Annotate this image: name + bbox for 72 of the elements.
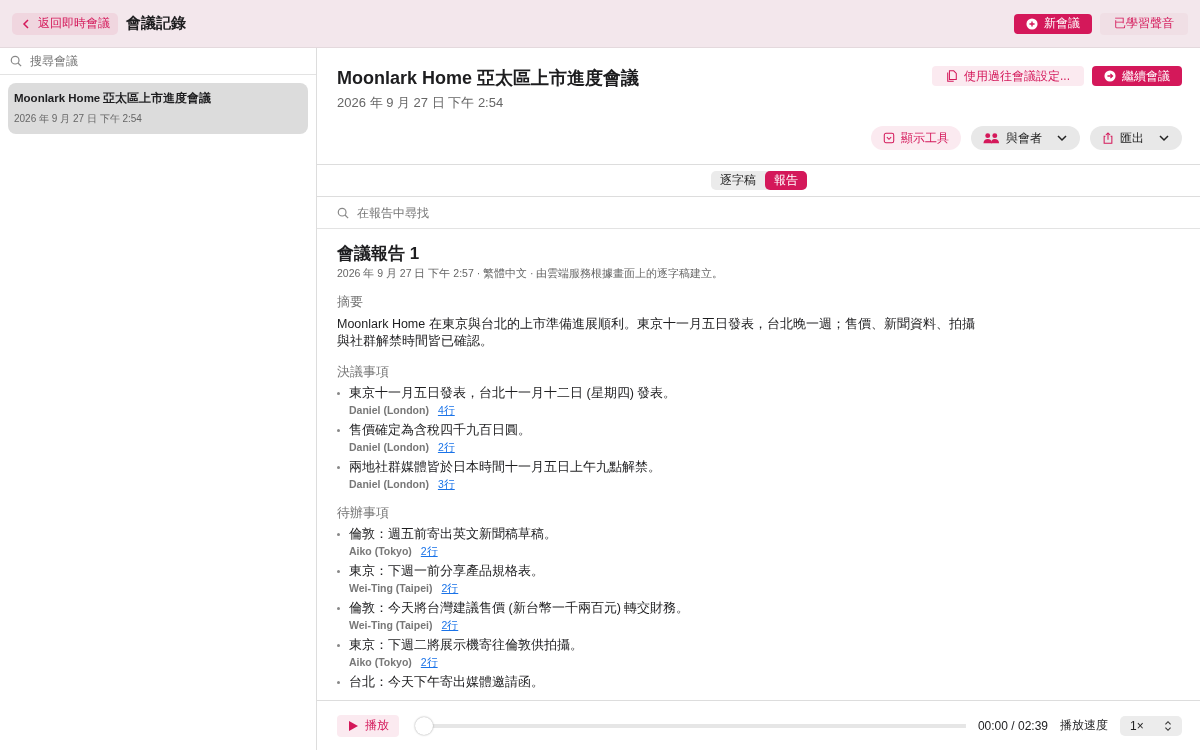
transcript-link[interactable]: 2行 xyxy=(441,581,459,595)
list-item-text: 倫敦：今天將台灣建議售價 (新台幣一千兩百元) 轉交財務。 xyxy=(349,600,690,616)
people-icon xyxy=(983,132,1000,144)
speaker-name: Wei-Ting (Taipei) xyxy=(349,618,433,632)
play-button[interactable]: 播放 xyxy=(337,714,399,737)
speaker-name: Daniel (London) xyxy=(349,403,429,417)
learned-voices-button[interactable]: 已學習聲音 xyxy=(1100,12,1188,35)
list-item-text: 台北：今天下午寄出媒體邀請函。 xyxy=(349,674,544,690)
page-title: 會議記錄 xyxy=(126,14,186,33)
list-item-text: 兩地社群媒體皆於日本時間十一月五日上午九點解禁。 xyxy=(349,459,661,475)
show-tools-button[interactable]: 顯示工具 xyxy=(871,126,961,150)
updown-icon xyxy=(1162,719,1174,732)
playback-time: 00:00 / 02:39 xyxy=(977,718,1048,733)
speaker-name: Aiko (Tokyo) xyxy=(349,544,412,558)
speaker-name: Daniel (London) xyxy=(349,477,429,491)
share-icon xyxy=(1102,132,1114,144)
search-icon xyxy=(10,55,22,67)
section-heading: 摘要 xyxy=(337,294,364,310)
transcript-link[interactable]: 2行 xyxy=(441,618,459,632)
transcript-link[interactable]: 2行 xyxy=(420,655,438,669)
section-heading: 待辦事項 xyxy=(337,505,390,521)
transcript-link[interactable]: 4行 xyxy=(437,403,455,417)
search-field[interactable]: 搜尋會議 xyxy=(28,53,306,69)
plus-circle-icon xyxy=(1026,17,1038,30)
search-icon xyxy=(337,206,349,219)
meeting-title: Moonlark Home 亞太區上市進度會議 xyxy=(337,67,640,90)
view-tab[interactable]: 報告 xyxy=(764,171,807,190)
arrow-circle-icon xyxy=(1104,70,1116,82)
transcript-link[interactable]: 3行 xyxy=(437,477,455,491)
bullet-icon xyxy=(337,607,340,610)
checkbox-chevron-icon xyxy=(883,132,895,144)
transcript-link[interactable]: 2行 xyxy=(437,440,455,454)
meeting-date: 2026 年 9 月 27 日 下午 2:54 xyxy=(337,94,505,112)
bullet-icon xyxy=(337,570,340,573)
documents-icon xyxy=(946,70,958,82)
view-tab[interactable]: 逐字稿 xyxy=(710,171,765,190)
slider-thumb[interactable] xyxy=(415,716,433,735)
transcript-link[interactable]: 2行 xyxy=(420,544,438,558)
chevron-down-icon xyxy=(1158,132,1170,144)
bullet-icon xyxy=(337,466,340,469)
meeting-date: 2026 年 9 月 27 日 下午 2:54 xyxy=(14,112,143,126)
bullet-icon xyxy=(337,533,340,536)
chevron-left-icon xyxy=(20,17,32,30)
list-item-text: 東京：下週二將展示機寄往倫敦供拍攝。 xyxy=(349,637,583,653)
report-meta: 2026 年 9 月 27 日 下午 2:57 · 繁體中文 · 由雲端服務根據畫面上的逐字稿建立。 xyxy=(337,267,725,280)
chevron-down-icon xyxy=(1056,132,1068,144)
meeting-title: Moonlark Home 亞太區上市進度會議 xyxy=(14,91,213,106)
past-settings-button[interactable]: 使用過往會議設定... xyxy=(932,66,1084,86)
new-meeting-button[interactable]: 新會議 xyxy=(1014,13,1092,34)
speaker-name: Wei-Ting (Taipei) xyxy=(349,581,433,595)
list-item-text: 售價確定為含稅四千九百日圓。 xyxy=(349,422,531,438)
export-button[interactable]: 匯出 xyxy=(1090,126,1182,150)
list-item-text: 東京：下週一前分享產品規格表。 xyxy=(349,563,544,579)
report-search-field[interactable]: 在報告中尋找 xyxy=(355,204,1180,221)
back-button[interactable]: 返回即時會議 xyxy=(12,12,118,35)
participants-button[interactable]: 與會者 xyxy=(971,126,1080,150)
speaker-name: Daniel (London) xyxy=(349,440,429,454)
speed-select[interactable]: 1× xyxy=(1120,715,1182,736)
meeting-list-item[interactable]: Moonlark Home 亞太區上市進度會議 2026 年 9 月 27 日 下午 2:54 xyxy=(8,83,308,134)
bullet-icon xyxy=(337,644,340,647)
speaker-name: Aiko (Tokyo) xyxy=(349,655,412,669)
list-item-text: 倫敦：週五前寄出英文新聞稿草稿。 xyxy=(349,526,557,542)
speed-label: 播放速度 xyxy=(1060,717,1108,734)
continue-meeting-button[interactable]: 繼續會議 xyxy=(1092,66,1182,86)
list-item-text: 東京十一月五日發表，台北十一月十二日 (星期四) 發表。 xyxy=(349,385,677,401)
bullet-icon xyxy=(337,392,340,395)
bullet-icon xyxy=(337,429,340,432)
bullet-icon xyxy=(337,681,340,684)
report-title: 會議報告 1 xyxy=(337,243,421,265)
section-heading: 決議事項 xyxy=(337,364,390,380)
play-icon xyxy=(347,719,359,732)
summary-text: Moonlark Home 在東京與台北的上市準備進展順利。東京十一月五日發表，台北晚一週；售價、新聞資料、拍攝與社群解禁時間皆已確認。 xyxy=(337,316,976,350)
